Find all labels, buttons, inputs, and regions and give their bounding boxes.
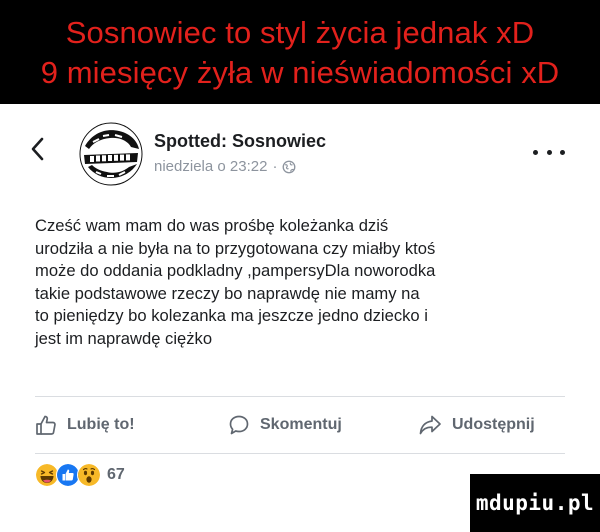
like-label: Lubię to! — [67, 416, 135, 433]
post-meta: niedziela o 23:22 · — [154, 158, 296, 175]
divider — [35, 396, 565, 397]
avatar[interactable] — [79, 122, 143, 186]
page-name[interactable]: Spotted: Sosnowiec — [154, 131, 326, 152]
wow-reaction-icon — [77, 463, 101, 487]
watermark-text: mdupiu.pl — [475, 491, 595, 515]
post-actions: Lubię to! Skomentuj Udostępnij — [0, 407, 600, 443]
spotted-sosnowiec-logo — [79, 122, 143, 186]
watermark: mdupiu.pl — [470, 474, 600, 532]
reaction-count: 67 — [107, 466, 125, 483]
caption-line-2: 9 miesięcy żyła w nieświadomości xD — [40, 55, 560, 90]
meme-caption: Sosnowiec to styl życia jednak xD 9 mies… — [0, 0, 600, 104]
share-arrow-icon — [419, 415, 441, 435]
globe-icon — [283, 160, 296, 173]
thumbs-up-icon — [36, 415, 56, 435]
caption-line-1: Sosnowiec to styl życia jednak xD — [65, 15, 535, 50]
meta-separator: · — [272, 158, 278, 175]
comment-label: Skomentuj — [260, 416, 342, 433]
more-options-button[interactable] — [533, 144, 565, 160]
post-text-line: Cześć wam mam do was prośbę koleżanka dz… — [35, 216, 389, 235]
post-text-line: może do oddania podkladny ,pampersyDla n… — [35, 261, 436, 280]
post-text-line: urodziła a nie była na to przygotowana c… — [35, 238, 436, 258]
facebook-post: Spotted: Sosnowiec niedziela o 23:22 · C… — [0, 104, 600, 532]
share-button[interactable]: Udostępnij — [418, 407, 535, 443]
share-label: Udostępnij — [452, 416, 535, 433]
divider — [35, 453, 565, 454]
post-text-line: to pieniędzy bo kolezanka ma jeszcze jed… — [35, 306, 428, 325]
post-text: Cześć wam mam do was prośbę koleżanka dz… — [35, 215, 570, 350]
post-text-line: takie podstawowe rzeczy bo naprawdę nie … — [35, 283, 420, 303]
more-dot — [560, 149, 565, 155]
more-dot — [546, 149, 552, 155]
comment-bubble-icon — [229, 415, 249, 435]
reactions-summary[interactable]: 67 — [35, 462, 125, 488]
comment-button[interactable]: Skomentuj — [228, 407, 342, 443]
more-dot — [533, 149, 538, 155]
post-timestamp[interactable]: niedziela o 23:22 — [154, 158, 267, 175]
back-button[interactable] — [26, 134, 48, 164]
post-text-line: jest im naprawdę ciężko — [35, 328, 213, 348]
chevron-left-icon — [31, 137, 44, 161]
like-button[interactable]: Lubię to! — [35, 407, 135, 443]
